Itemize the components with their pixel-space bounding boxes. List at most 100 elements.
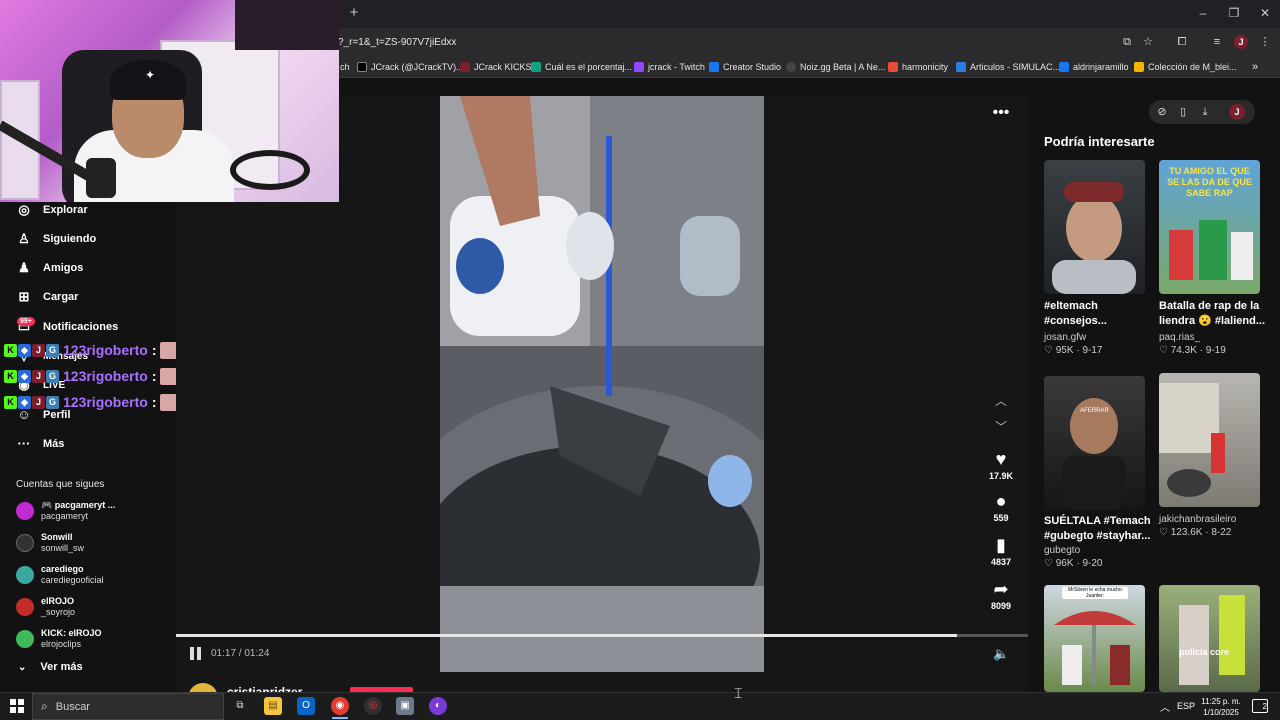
windows-start-icon[interactable] bbox=[10, 699, 24, 713]
twitch-icon bbox=[634, 62, 644, 72]
link-icon[interactable]: ⊘ bbox=[1154, 104, 1170, 120]
browser-menu-icon[interactable]: ⋮ bbox=[1258, 35, 1272, 49]
active-app-indicator bbox=[332, 717, 348, 719]
url-field[interactable]: ?_r=1&_t=ZS-907V7jiEdxx bbox=[300, 32, 1110, 53]
video-frame[interactable] bbox=[440, 96, 764, 672]
profile-avatar-icon[interactable]: J bbox=[1234, 35, 1248, 49]
volume-icon[interactable]: 🔈 bbox=[993, 646, 1009, 662]
jcrack-icon bbox=[460, 62, 470, 72]
user-avatar-icon[interactable]: J bbox=[1229, 104, 1245, 120]
phone-icon[interactable]: ▯ bbox=[1175, 104, 1191, 120]
video-caption[interactable]: #eltemach #consejos... bbox=[1044, 299, 1159, 329]
close-window-button[interactable]: ✕ bbox=[1250, 4, 1280, 22]
video-author[interactable]: paq.rias_ bbox=[1159, 332, 1200, 343]
install-app-icon[interactable]: ⧉ bbox=[1120, 35, 1134, 49]
bookmark-item[interactable]: Creator Studio bbox=[709, 56, 781, 78]
avatar bbox=[16, 598, 34, 616]
cap-logo-icon: ✦ bbox=[144, 68, 156, 82]
steering-wheel bbox=[230, 150, 310, 190]
outlook-icon[interactable]: O bbox=[297, 697, 315, 715]
avatar bbox=[16, 630, 34, 648]
chrome-icon[interactable]: ◉ bbox=[331, 697, 349, 715]
app-icon[interactable]: ▣ bbox=[396, 697, 414, 715]
minimize-button[interactable]: – bbox=[1188, 4, 1218, 22]
bookmark-item[interactable]: jcrack - Twitch bbox=[634, 56, 705, 78]
followed-account[interactable]: carediego carediegooficial bbox=[16, 562, 104, 588]
video-progress-bar[interactable] bbox=[176, 634, 1028, 637]
video-stats: ♡ 96K · 9-20 bbox=[1044, 558, 1103, 569]
bookmark-item[interactable]: harmonicity bbox=[888, 56, 948, 78]
extensions-icon[interactable]: ⧠ bbox=[1175, 35, 1189, 49]
thumbnail-text: TU AMIGO EL QUE SE LAS DA DE QUE SABE RA… bbox=[1167, 166, 1252, 198]
thumbnail-image bbox=[1179, 595, 1245, 685]
microphone bbox=[86, 158, 116, 198]
obs-icon[interactable]: ◎ bbox=[364, 697, 382, 715]
suggested-video-thumbnail[interactable]: MrStiven le echa mucho Juanfer: bbox=[1044, 585, 1145, 692]
thumbnail-text: policia core bbox=[1179, 647, 1230, 657]
text-cursor-icon: ⌶ bbox=[734, 685, 743, 701]
bookmark-icon: ▮ bbox=[996, 535, 1006, 555]
nav-cargar[interactable]: ⊞ Cargar bbox=[16, 286, 79, 308]
video-stats: ♡ 95K · 9-17 bbox=[1044, 345, 1103, 356]
media-controls-icon[interactable]: ≡ bbox=[1210, 35, 1224, 49]
video-author[interactable]: jakichanbrasileiro bbox=[1159, 514, 1236, 525]
suggested-video-thumbnail[interactable] bbox=[1044, 160, 1145, 294]
bookmark-item[interactable]: Cuál es el porcentaj... bbox=[531, 56, 632, 78]
bookmark-item[interactable]: Colección de M_blei... bbox=[1134, 56, 1237, 78]
followed-account[interactable]: elROJO _soyrojo bbox=[16, 594, 75, 620]
bookmark-item[interactable]: Articulos - SIMULAC... bbox=[956, 56, 1060, 78]
nav-siguiendo[interactable]: ♙ Siguiendo bbox=[16, 228, 96, 250]
suggested-video-thumbnail[interactable] bbox=[1159, 373, 1260, 507]
chat-message: K ◆ J G 123rigoberto: bbox=[4, 341, 179, 359]
download-icon[interactable]: ⤓ bbox=[1197, 104, 1213, 120]
noiz-icon bbox=[786, 62, 796, 72]
previous-video-button[interactable]: ︿ bbox=[993, 392, 1009, 408]
taskbar-clock[interactable]: 11:25 p. m. 1/10/2025 bbox=[1200, 696, 1242, 718]
bookmark-item[interactable]: JCrack KICKS bbox=[460, 56, 532, 78]
followed-account[interactable]: KICK: elROJO elrojoclips bbox=[16, 626, 102, 652]
more-options-button[interactable]: ••• bbox=[992, 104, 1010, 124]
suggested-video-thumbnail[interactable]: policia core bbox=[1159, 585, 1260, 692]
suggested-video-thumbnail[interactable]: AFERRAR bbox=[1044, 376, 1145, 510]
avatar bbox=[16, 502, 34, 520]
next-video-button[interactable]: ﹀ bbox=[993, 418, 1009, 434]
restore-button[interactable]: ❐ bbox=[1219, 4, 1249, 22]
friends-icon: ♟ bbox=[18, 260, 30, 275]
pause-button[interactable] bbox=[190, 647, 204, 661]
nav-amigos[interactable]: ♟ Amigos bbox=[16, 257, 83, 279]
more-bookmarks-icon[interactable]: » bbox=[1252, 56, 1258, 78]
nav-mas[interactable]: ··· Más bbox=[16, 433, 65, 455]
comment-icon: ● bbox=[995, 491, 1007, 511]
streaming-app-icon[interactable]: ◐ bbox=[429, 697, 447, 715]
see-more-button[interactable]: ⌄ Ver más bbox=[18, 661, 83, 673]
save-button[interactable]: ▮ 4837 bbox=[983, 534, 1019, 567]
bookmark-item[interactable]: ch bbox=[340, 56, 350, 78]
share-button[interactable]: ➦ 8099 bbox=[983, 578, 1019, 611]
nav-explorar[interactable]: ◎ Explorar bbox=[16, 199, 87, 221]
like-button[interactable]: ♥ 17.9K bbox=[983, 448, 1019, 481]
keyboard-language[interactable]: ESP bbox=[1177, 701, 1195, 711]
bookmark-item[interactable]: aldrinjaramillo bbox=[1059, 56, 1129, 78]
video-caption[interactable]: SUÉLTALA #Temach #gubegto #stayhar... bbox=[1044, 514, 1159, 544]
file-explorer-icon[interactable]: ▤ bbox=[264, 697, 282, 715]
suggested-video-thumbnail[interactable]: TU AMIGO EL QUE SE LAS DA DE QUE SABE RA… bbox=[1159, 160, 1260, 294]
new-tab-button[interactable]: + bbox=[347, 5, 361, 21]
video-caption[interactable]: Batalla de rap de la liendra 😮 #laliend.… bbox=[1159, 299, 1274, 329]
video-author[interactable]: josan.gfw bbox=[1044, 332, 1086, 343]
followed-account[interactable]: 🎮 pacgameryt ... pacgameryt bbox=[16, 498, 115, 524]
avatar bbox=[16, 566, 34, 584]
notification-badge: 99+ bbox=[17, 317, 35, 326]
chevron-up-icon[interactable]: ︿ bbox=[1160, 699, 1170, 714]
following-icon: ♙ bbox=[18, 231, 30, 246]
comment-button[interactable]: ● 559 bbox=[983, 490, 1019, 523]
taskbar-search[interactable]: ⌕ Buscar bbox=[32, 693, 224, 720]
video-author[interactable]: gubegto bbox=[1044, 545, 1080, 556]
bookmark-item[interactable]: JCrack (@JCrackTV)... bbox=[357, 56, 464, 78]
task-view-icon[interactable]: ⧉ bbox=[231, 697, 249, 715]
bookmark-item[interactable]: Noiz.gg Beta | A Ne... bbox=[786, 56, 885, 78]
followed-account[interactable]: Sonwill sonwill_sw bbox=[16, 530, 84, 556]
notification-center-icon[interactable]: 2 bbox=[1252, 699, 1268, 713]
upload-icon: ⊞ bbox=[18, 289, 30, 304]
avatar bbox=[16, 534, 34, 552]
bookmark-star-icon[interactable]: ☆ bbox=[1141, 35, 1155, 49]
